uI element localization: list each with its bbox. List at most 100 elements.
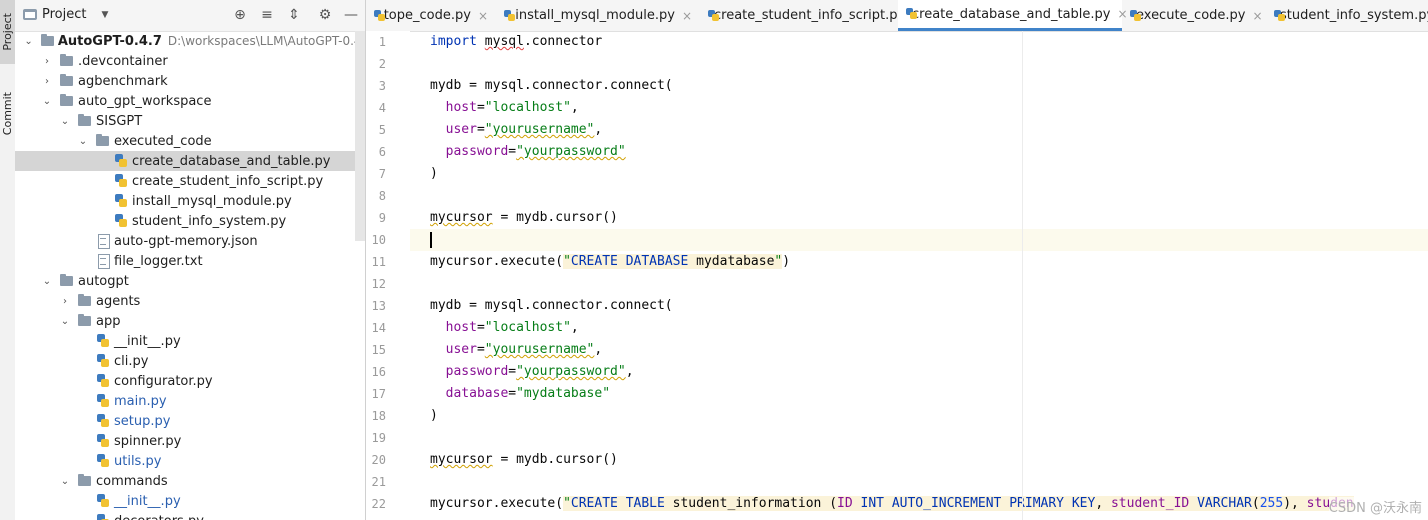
- tree-file-item[interactable]: spinner.py: [15, 431, 365, 451]
- chevron-right-icon[interactable]: ›: [59, 296, 71, 307]
- code-token: ): [782, 254, 791, 269]
- code-line[interactable]: [410, 471, 1428, 493]
- code-line[interactable]: user="yourusername",: [410, 339, 1428, 361]
- code-line[interactable]: mycursor = mydb.cursor(): [410, 449, 1428, 471]
- chevron-down-icon[interactable]: ⌄: [41, 96, 53, 107]
- code-line[interactable]: mycursor.execute("CREATE TABLE student_i…: [410, 493, 1428, 515]
- code-line[interactable]: [410, 53, 1428, 75]
- tree-item-label: file_logger.txt: [114, 253, 203, 269]
- tree-file-item[interactable]: utils.py: [15, 451, 365, 471]
- code-line[interactable]: mydb = mysql.connector.connect(: [410, 295, 1428, 317]
- python-file-icon: [95, 334, 111, 348]
- chevron-down-icon[interactable]: ⌄: [59, 316, 71, 327]
- code-token: mydb = mysql.connector.connect(: [430, 298, 673, 313]
- tree-file-item[interactable]: __init__.py: [15, 491, 365, 511]
- chevron-down-icon[interactable]: ⌄: [41, 276, 53, 287]
- tree-file-item[interactable]: file_logger.txt: [15, 251, 365, 271]
- text-caret: [430, 231, 432, 248]
- tree-folder-item[interactable]: › agents: [15, 291, 365, 311]
- code-line[interactable]: mydb = mysql.connector.connect(: [410, 75, 1428, 97]
- code-line[interactable]: ): [410, 163, 1428, 185]
- tree-file-item[interactable]: main.py: [15, 391, 365, 411]
- python-file-icon: [113, 214, 129, 228]
- chevron-down-icon[interactable]: ▼: [101, 10, 108, 20]
- tree-file-item[interactable]: auto-gpt-memory.json: [15, 231, 365, 251]
- code-line[interactable]: host="localhost",: [410, 317, 1428, 339]
- code-line[interactable]: ): [410, 405, 1428, 427]
- tree-folder-item[interactable]: ⌄ autogpt: [15, 271, 365, 291]
- tree-folder-item[interactable]: ⌄ auto_gpt_workspace: [15, 91, 365, 111]
- code-line[interactable]: import mysql.connector: [410, 31, 1428, 53]
- tree-folder-item[interactable]: › agbenchmark: [15, 71, 365, 91]
- tree-folder-item[interactable]: ⌄ SISGPT: [15, 111, 365, 131]
- editor-tab[interactable]: create_student_info_script.py×: [700, 0, 922, 31]
- folder-icon: [59, 54, 75, 68]
- tree-file-item[interactable]: create_student_info_script.py: [15, 171, 365, 191]
- collapse-all-icon[interactable]: ⇕: [285, 6, 303, 24]
- expand-all-icon[interactable]: ≡: [258, 6, 276, 24]
- project-folder-icon: [23, 9, 37, 20]
- project-view-selector[interactable]: Project ▼: [23, 7, 108, 22]
- code-token: ,: [594, 122, 603, 137]
- commit-tool-tab[interactable]: Commit: [0, 84, 15, 144]
- chevron-down-icon[interactable]: ⌄: [59, 116, 71, 127]
- code-line[interactable]: [410, 273, 1428, 295]
- close-icon[interactable]: ×: [1252, 9, 1262, 23]
- code-line[interactable]: user="yourusername",: [410, 119, 1428, 141]
- tree-file-item[interactable]: configurator.py: [15, 371, 365, 391]
- tree-file-item[interactable]: install_mysql_module.py: [15, 191, 365, 211]
- editor-tab[interactable]: create_database_and_table.py ×: [898, 0, 1128, 31]
- code-token: AUTO_INCREMENT: [891, 496, 1002, 511]
- code-line[interactable]: [410, 185, 1428, 207]
- code-line[interactable]: mycursor.execute("CREATE DATABASE mydata…: [410, 251, 1428, 273]
- tree-file-item[interactable]: setup.py: [15, 411, 365, 431]
- code-line[interactable]: database="mydatabase": [410, 383, 1428, 405]
- editor-tab[interactable]: tope_code.py ×: [366, 0, 496, 31]
- code-token: CREATE: [570, 496, 618, 511]
- code-token: =: [476, 320, 485, 335]
- chevron-right-icon[interactable]: ›: [41, 56, 53, 67]
- code-line[interactable]: password="yourpassword",: [410, 361, 1428, 383]
- locate-icon[interactable]: ⊕: [231, 6, 249, 24]
- tree-file-item[interactable]: decorators.py: [15, 511, 365, 520]
- code-line[interactable]: mycursor = mydb.cursor(): [410, 207, 1428, 229]
- code-line[interactable]: [410, 427, 1428, 449]
- code-token: ": [563, 496, 571, 511]
- chevron-down-icon[interactable]: ⌄: [23, 36, 34, 47]
- tree-folder-item[interactable]: ⌄ app: [15, 311, 365, 331]
- project-tool-tab[interactable]: Project: [0, 0, 15, 64]
- tree-folder-item[interactable]: › .devcontainer: [15, 51, 365, 71]
- code-editor[interactable]: import mysql.connector mydb = mysql.conne…: [410, 31, 1428, 520]
- tree-file-item[interactable]: create_database_and_table.py: [15, 151, 365, 171]
- code-token: ,: [570, 100, 579, 115]
- close-icon[interactable]: ×: [478, 9, 488, 23]
- tree-folder-item[interactable]: ⌄ commands: [15, 471, 365, 491]
- project-tool-tab-label: Project: [1, 13, 14, 51]
- code-line[interactable]: password="yourpassword": [410, 141, 1428, 163]
- gear-icon[interactable]: ⚙: [316, 6, 334, 24]
- chevron-down-icon[interactable]: ⌄: [59, 476, 71, 487]
- code-token: =: [476, 342, 485, 357]
- code-token: user: [445, 342, 477, 357]
- close-icon[interactable]: ×: [682, 9, 692, 23]
- editor-tab[interactable]: student_info_system.py: [1266, 0, 1428, 31]
- tree-file-item[interactable]: cli.py: [15, 351, 365, 371]
- tree-folder-item[interactable]: ⌄ AutoGPT-0.4.7 D:\workspaces\LLM\AutoGPT-…: [15, 31, 365, 51]
- python-file-icon: [113, 174, 129, 188]
- code-line[interactable]: host="localhost",: [410, 97, 1428, 119]
- tree-file-item[interactable]: student_info_system.py: [15, 211, 365, 231]
- chevron-down-icon[interactable]: ⌄: [77, 136, 89, 147]
- tree-file-item[interactable]: __init__.py: [15, 331, 365, 351]
- tree-item-label: AutoGPT-0.4.7: [57, 33, 162, 49]
- tool-window-strip: Project Commit: [0, 0, 16, 520]
- code-line[interactable]: [410, 229, 1428, 251]
- editor-tab[interactable]: install_mysql_module.py ×: [496, 0, 700, 31]
- tree-folder-item[interactable]: ⌄ executed_code: [15, 131, 365, 151]
- minimize-icon[interactable]: —: [342, 6, 360, 24]
- tree-item-label: SISGPT: [96, 113, 143, 129]
- project-scrollbar[interactable]: [355, 31, 365, 241]
- editor-tab[interactable]: execute_code.py ×: [1122, 0, 1266, 31]
- chevron-right-icon[interactable]: ›: [41, 76, 53, 87]
